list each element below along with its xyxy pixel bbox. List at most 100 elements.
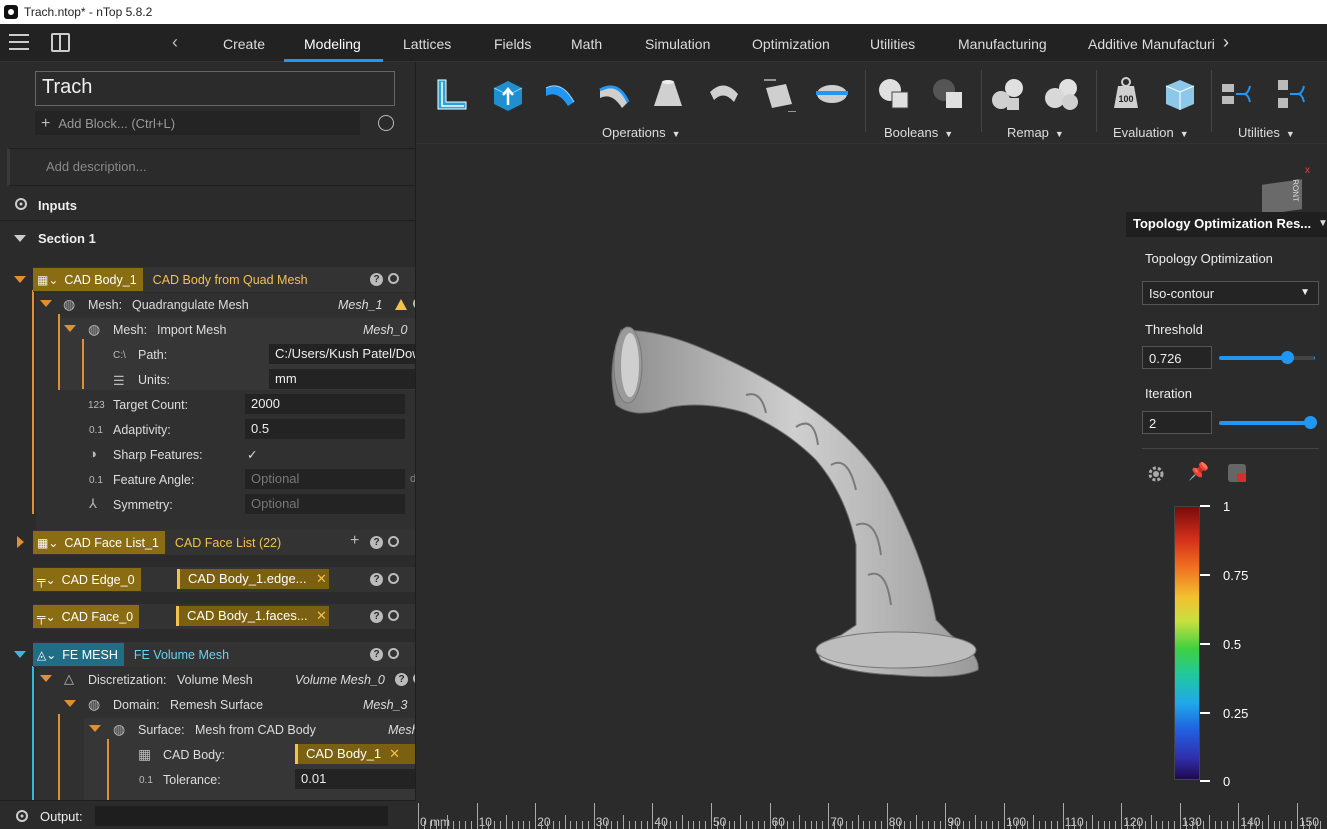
remap-geometry-icon[interactable]: [1044, 76, 1080, 112]
domain-collapse-icon[interactable]: [64, 700, 76, 707]
mesh-block-name[interactable]: Quadrangulate Mesh: [132, 298, 249, 312]
remap-group-label[interactable]: Remap ▼: [1007, 125, 1064, 140]
remove-chip-icon[interactable]: ✕: [316, 608, 327, 624]
domain-block-name[interactable]: Remesh Surface: [170, 698, 263, 712]
add-block-input[interactable]: + Add Block... (Ctrl+L): [35, 111, 360, 135]
settings-gear-icon[interactable]: [1146, 464, 1166, 484]
view-cube[interactable]: RONT: [1262, 179, 1302, 215]
tab-manufacturing[interactable]: Manufacturing: [958, 36, 1047, 52]
visibility-toggle-icon[interactable]: [388, 573, 399, 584]
utility-split-icon[interactable]: [1220, 76, 1256, 112]
section-label[interactable]: Section 1: [38, 231, 96, 246]
tab-fields[interactable]: Fields: [494, 36, 531, 52]
edge-input-chip[interactable]: CAD Body_1.edge...: [177, 569, 329, 589]
mesh-collapse-icon[interactable]: [40, 300, 52, 307]
evaluate-volume-icon[interactable]: [1162, 76, 1198, 112]
visibility-toggle-icon[interactable]: [388, 610, 399, 621]
path-input[interactable]: C:/Users/Kush Patel/Dow: [269, 344, 415, 364]
evaluate-weight-icon[interactable]: 100: [1108, 76, 1144, 112]
evaluation-group-label[interactable]: Evaluation ▼: [1113, 125, 1189, 140]
discretization-block-name[interactable]: Volume Mesh: [177, 673, 253, 687]
utilities-group-label[interactable]: Utilities ▼: [1238, 125, 1295, 140]
remap-field-icon[interactable]: [990, 76, 1026, 112]
discretization-collapse-icon[interactable]: [40, 675, 52, 682]
tab-simulation[interactable]: Simulation: [645, 36, 710, 52]
target-count-input[interactable]: 2000: [245, 394, 405, 414]
import-mesh-collapse-icon[interactable]: [64, 325, 76, 332]
topology-panel-header[interactable]: Topology Optimization Res...: [1126, 212, 1327, 237]
help-icon[interactable]: ?: [370, 273, 383, 286]
iteration-slider-thumb[interactable]: [1304, 416, 1317, 429]
tab-additive-manufacturing[interactable]: Additive Manufacturi: [1088, 36, 1218, 52]
revolve-tool-icon[interactable]: [706, 76, 742, 112]
color-material-icon[interactable]: [1228, 464, 1246, 482]
cad-body-input-chip[interactable]: CAD Body_1 ✕: [295, 744, 415, 764]
inputs-label[interactable]: Inputs: [38, 198, 77, 213]
utility-list-icon[interactable]: [1274, 76, 1310, 112]
help-icon[interactable]: ?: [370, 536, 383, 549]
toggle-panel-icon[interactable]: [51, 33, 70, 52]
warning-icon[interactable]: [395, 299, 407, 310]
cad-body-block-header[interactable]: ▦⌄ CAD Body_1 CAD Body from Quad Mesh: [33, 267, 415, 292]
panel-dropdown-icon[interactable]: ▼: [1318, 218, 1327, 229]
feature-angle-input[interactable]: Optional: [245, 469, 405, 489]
pin-icon[interactable]: 📌: [1188, 462, 1209, 482]
visibility-toggle-icon[interactable]: [388, 273, 399, 284]
tab-optimization[interactable]: Optimization: [752, 36, 830, 52]
tabs-scroll-left-icon[interactable]: ‹: [172, 32, 178, 53]
section-collapse-icon[interactable]: [14, 235, 26, 242]
edge-tag[interactable]: ╤⌄ CAD Edge_0: [33, 568, 141, 591]
mode-select[interactable]: Iso-contour ▼: [1142, 281, 1319, 305]
inner-mesh-block-name[interactable]: Import Mesh: [157, 323, 226, 337]
hamburger-menu-icon[interactable]: [9, 34, 29, 50]
thicken-tool-icon[interactable]: [434, 76, 470, 112]
loft-tool-icon[interactable]: [650, 76, 686, 112]
booleans-group-label[interactable]: Booleans ▼: [884, 125, 953, 140]
symmetry-input[interactable]: Optional: [245, 494, 405, 514]
sharp-features-checkbox[interactable]: ✓: [247, 447, 257, 462]
tab-utilities[interactable]: Utilities: [870, 36, 915, 52]
help-icon[interactable]: ?: [395, 673, 408, 686]
cad-body-collapse-icon[interactable]: [14, 276, 26, 283]
face-list-expand-icon[interactable]: [17, 536, 24, 548]
search-icon[interactable]: [378, 115, 394, 131]
fe-mesh-block-header[interactable]: ◬⌄ FE MESH FE Volume Mesh: [33, 642, 415, 667]
face-input-chip[interactable]: CAD Body_1.faces...: [176, 606, 329, 626]
adaptivity-input[interactable]: 0.5: [245, 419, 405, 439]
units-select[interactable]: mm▼: [269, 369, 415, 389]
transform-tool-icon[interactable]: [760, 76, 796, 112]
bend-tool-icon[interactable]: [542, 76, 578, 112]
split-tool-icon[interactable]: [814, 76, 850, 112]
tabs-scroll-right-icon[interactable]: ›: [1223, 32, 1229, 53]
help-icon[interactable]: ?: [370, 573, 383, 586]
visibility-toggle-icon[interactable]: [388, 648, 399, 659]
add-item-icon[interactable]: +: [350, 532, 359, 550]
tab-create[interactable]: Create: [223, 36, 265, 52]
surface-collapse-icon[interactable]: [89, 725, 101, 732]
face-tag[interactable]: ╤⌄ CAD Face_0: [33, 605, 140, 628]
iteration-input[interactable]: 2: [1142, 411, 1212, 434]
fe-mesh-tag[interactable]: ◬⌄ FE MESH: [33, 643, 124, 666]
help-icon[interactable]: ?: [370, 648, 383, 661]
notebook-title-input[interactable]: Trach: [35, 71, 395, 106]
help-icon[interactable]: ?: [370, 610, 383, 623]
fe-mesh-collapse-icon[interactable]: [14, 651, 26, 658]
threshold-slider-thumb[interactable]: [1281, 351, 1294, 364]
iteration-slider[interactable]: [1219, 421, 1315, 425]
tab-math[interactable]: Math: [571, 36, 602, 52]
extrude-tool-icon[interactable]: [490, 76, 526, 112]
tolerance-input[interactable]: 0.01: [295, 769, 415, 789]
sweep-tool-icon[interactable]: [596, 76, 632, 112]
tab-lattices[interactable]: Lattices: [403, 36, 451, 52]
remove-chip-icon[interactable]: ✕: [316, 571, 327, 587]
output-field[interactable]: [95, 806, 388, 826]
remove-chip-icon[interactable]: ✕: [389, 746, 400, 761]
boolean-subtract-icon[interactable]: [930, 76, 966, 112]
description-field[interactable]: Add description...: [7, 148, 415, 186]
surface-block-name[interactable]: Mesh from CAD Body: [195, 723, 316, 737]
boolean-union-icon[interactable]: [876, 76, 912, 112]
threshold-input[interactable]: 0.726: [1142, 346, 1212, 369]
face-list-tag[interactable]: ▦⌄ CAD Face List_1: [33, 531, 165, 554]
tab-modeling[interactable]: Modeling: [304, 36, 361, 52]
operations-group-label[interactable]: Operations ▼: [602, 125, 681, 140]
